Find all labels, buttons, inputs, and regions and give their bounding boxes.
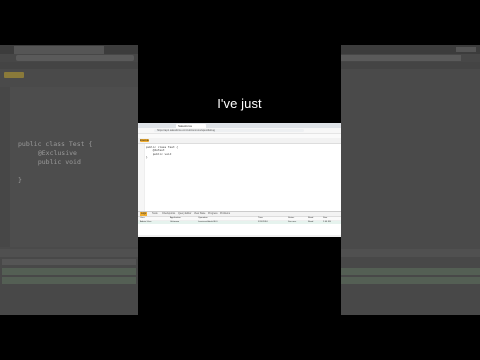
right-window-controls: [456, 47, 476, 52]
col-operation: Operation: [198, 217, 208, 219]
tab-view-state[interactable]: View State: [194, 212, 205, 216]
left-address-bar: [0, 54, 138, 62]
right-titlebar: [341, 45, 480, 54]
tab-problems[interactable]: Problems: [220, 212, 230, 216]
left-panel-header: [2, 259, 136, 265]
execute-button[interactable]: Execute: [140, 139, 149, 142]
right-address-bar: [341, 54, 480, 62]
tab-query-editor[interactable]: Query Editor: [178, 212, 191, 216]
right-bookmarks-bar: [341, 62, 480, 69]
col-status: Status: [288, 217, 295, 219]
left-bottom-panel: [0, 249, 138, 315]
left-tab: [14, 46, 104, 54]
right-panel-row: [341, 268, 480, 275]
left-panel-row: [2, 277, 136, 284]
col-time: Time: [258, 217, 263, 219]
left-panel-tabs: [0, 249, 138, 257]
left-run-button: [4, 72, 24, 78]
tab-checkpoints[interactable]: Checkpoints: [162, 212, 175, 216]
left-toolbar: [0, 69, 138, 81]
log-cell: /services/data/v36.0: [198, 221, 218, 223]
tab-logs[interactable]: Logs: [140, 212, 148, 216]
video-caption: I've just: [217, 96, 262, 111]
log-cell: 5/10/2016: [258, 221, 268, 223]
log-cell: Admin User: [140, 221, 152, 223]
left-bookmarks-bar: [0, 62, 138, 69]
log-row[interactable]: Admin User Unknown /services/data/v36.0 …: [138, 221, 341, 224]
code-text: public class Test { @IsTest public void}: [146, 145, 178, 160]
left-url-field: [16, 55, 134, 61]
col-read: Read: [308, 217, 314, 219]
right-url-field: [341, 55, 461, 61]
right-panel-tabs: [341, 249, 480, 257]
tab-tests[interactable]: Tests: [152, 212, 158, 216]
right-duplicate-panel: [341, 45, 480, 315]
left-code-line: @Exclusive: [30, 149, 77, 157]
col-user: User: [140, 217, 145, 219]
bottom-log-panel: Logs Tests Checkpoints Query Editor View…: [138, 211, 341, 237]
log-cell: 2.06 KB: [323, 221, 331, 223]
left-duplicate-panel: public class Test { @Exclusive public vo…: [0, 45, 138, 315]
col-application: Application: [170, 217, 181, 219]
left-gutter: [0, 87, 10, 247]
left-titlebar: [0, 45, 138, 54]
browser-window: Salesforce https://ap1.salesforce.com/ui…: [138, 123, 341, 237]
left-code-line: public void: [30, 158, 81, 166]
right-bottom-panel: [341, 249, 480, 315]
left-panel-row: [2, 268, 136, 275]
col-size: Size: [323, 217, 328, 219]
right-panel-row: [341, 277, 480, 284]
code-line: }: [146, 155, 148, 160]
url-text: https://ap1.salesforce.com/ui/common/ape…: [157, 128, 215, 132]
tab-progress[interactable]: Progress: [208, 212, 218, 216]
log-cell: Read: [308, 221, 314, 223]
log-cell: Success: [288, 221, 297, 223]
url-field[interactable]: https://ap1.salesforce.com/ui/common/ape…: [154, 129, 304, 132]
left-code-editor: public class Test { @Exclusive public vo…: [0, 87, 138, 247]
status-bar: [138, 235, 341, 237]
log-cell: Unknown: [170, 221, 180, 223]
left-code-line: }: [18, 176, 22, 184]
left-code-line: public class Test {: [18, 140, 93, 148]
